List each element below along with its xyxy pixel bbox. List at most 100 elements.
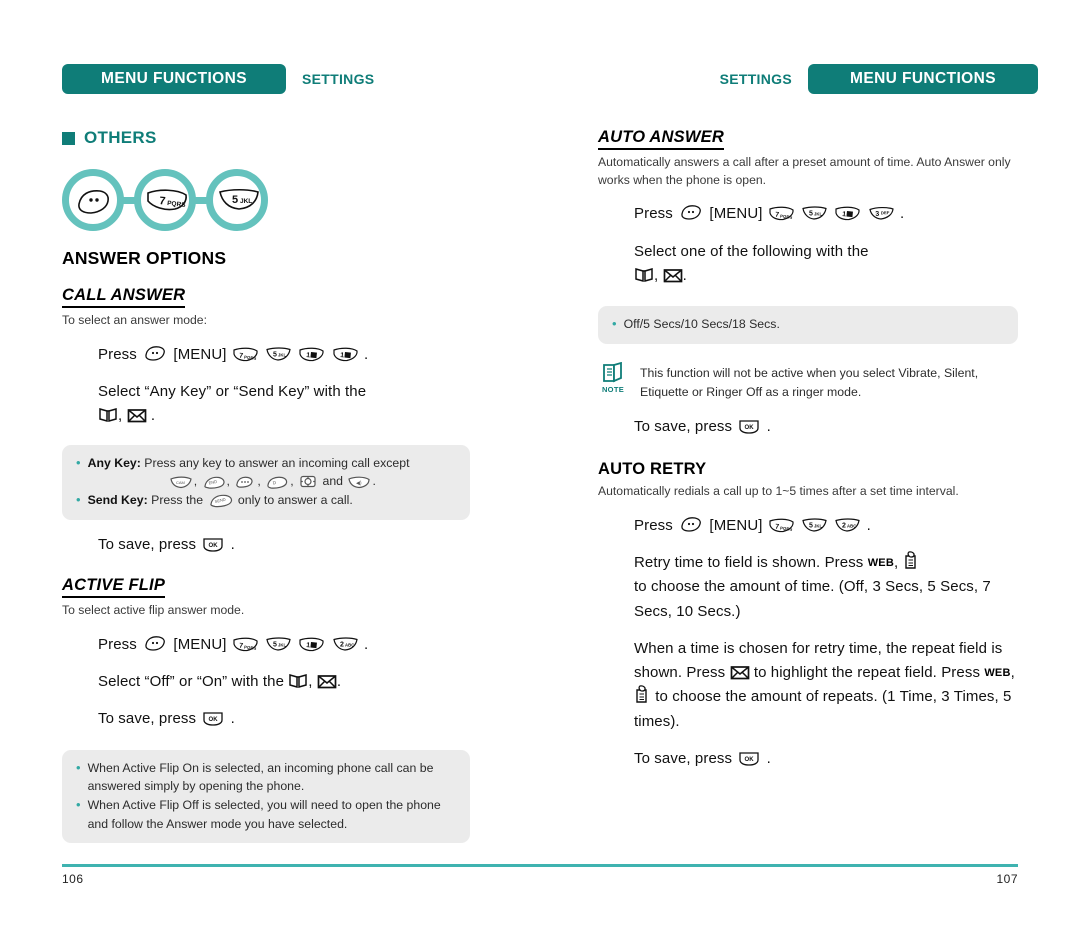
svg-text:CAM: CAM (176, 480, 185, 485)
section-marker-label: OTHERS (84, 128, 157, 147)
bullet-icon: • (76, 759, 81, 775)
tip-label: Any Key: (87, 455, 141, 470)
key-7-icon: 7 PQRS (232, 346, 259, 363)
svg-text:7: 7 (239, 352, 244, 359)
key-1-icon: 1 (298, 346, 325, 363)
svg-text:OK: OK (209, 717, 219, 723)
svg-text:JKL: JKL (814, 212, 823, 217)
display-key-icon: D (265, 475, 289, 489)
step-text: To save, press (98, 535, 197, 553)
key-1-icon: 1 (332, 346, 359, 363)
key-2-icon: 2 ABC (834, 517, 861, 534)
svg-text:JKL: JKL (240, 198, 252, 205)
tip-text: When Active Flip On is selected, an inco… (87, 760, 434, 794)
message-envelope-icon (317, 674, 337, 689)
header-band-label-right: MENU FUNCTIONS (850, 70, 996, 87)
ring-menu-key (62, 169, 124, 231)
key-2-icon: 2 ABC (332, 636, 359, 653)
section-title: ACTIVE FLIP (62, 576, 166, 598)
step-suffix: . (866, 516, 871, 534)
svg-text:5: 5 (273, 641, 277, 648)
key-1-icon: 1 (834, 205, 861, 222)
svg-text:OK: OK (745, 425, 755, 431)
step-text: To save, press (98, 710, 197, 728)
web-key-icon: WEB (867, 556, 894, 569)
menu-bracket-label: [MENU] (709, 516, 763, 534)
section-intro: To select active flip answer mode. (62, 603, 245, 617)
menu-key-icon (678, 515, 704, 534)
page-number-right: 107 (996, 872, 1018, 886)
svg-text:7: 7 (775, 523, 780, 530)
bullet-icon: • (76, 492, 81, 508)
svg-text:JKL: JKL (278, 352, 287, 357)
step-suffix: . (363, 635, 369, 653)
menu-bracket-label: [MENU] (173, 345, 227, 363)
svg-text:7: 7 (159, 195, 166, 208)
step-suffix: . (766, 750, 771, 768)
group-title: ANSWER OPTIONS (62, 248, 227, 268)
step-press-menu: Press [MENU] 7 PQRS 5 JKL 1 1 . (98, 343, 502, 367)
note-block: NOTE This function will not be active wh… (598, 361, 1018, 402)
tip-item: • When Active Flip On is selected, an in… (76, 759, 456, 796)
key-7-icon: 7 PQRS (145, 187, 187, 213)
tip-text: Press the (151, 493, 204, 508)
steps-list-save: To save, press OK . (98, 533, 502, 557)
svg-text:OK: OK (745, 757, 755, 763)
section-marker-others: OTHERS (62, 128, 157, 148)
svg-text:ABC: ABC (847, 523, 856, 528)
contacts-book-icon (288, 672, 308, 689)
ok-key-icon: OK (737, 750, 761, 767)
svg-text:2: 2 (340, 641, 344, 648)
step-press-menu: Press [MENU] 7 PQRS 5 JKL 1 2 ABC . (98, 633, 502, 657)
right-page-header: SETTINGS MENU FUNCTIONS (598, 62, 1038, 96)
step-repeat-field: When a time is chosen for retry time, th… (634, 639, 1015, 730)
svg-text:5: 5 (232, 194, 238, 206)
end-key-icon: END (202, 475, 226, 489)
menu-key-icon (234, 475, 256, 489)
message-envelope-icon (127, 408, 147, 423)
menu-list-icon (903, 551, 920, 570)
key-5-icon: 5 JKL (265, 346, 292, 363)
key-5-icon: 5 JKL (801, 205, 828, 222)
step-prefix: Press (98, 345, 137, 363)
step-text: Select one of the following with the (634, 242, 869, 260)
svg-text:ABC: ABC (345, 642, 354, 647)
key-3-icon: 3 DEF (868, 205, 895, 222)
svg-text:1: 1 (306, 352, 311, 359)
step-suffix: . (899, 205, 905, 223)
tip-item: • Off/5 Secs/10 Secs/18 Secs. (612, 315, 1004, 333)
menu-bracket-label: [MENU] (173, 635, 227, 653)
tip-exception-icons: CAM , END , , D , and ◀) . (88, 472, 456, 490)
right-page: SETTINGS MENU FUNCTIONS AUTO ANSWER Auto… (598, 0, 1038, 932)
svg-text:OK: OK (209, 543, 219, 549)
step-save: To save, press OK . (634, 747, 1038, 771)
note-label: NOTE (601, 384, 625, 394)
step-select-answer-mode: Select “Any Key” or “Send Key” with the … (98, 382, 367, 425)
tipbox-auto-answer: • Off/5 Secs/10 Secs/18 Secs. (598, 306, 1018, 344)
volume-key-icon: ◀) (347, 475, 371, 489)
section-title: CALL ANSWER (62, 286, 186, 308)
menu-bracket-label: [MENU] (709, 205, 763, 223)
key-5-icon: 5 JKL (801, 517, 828, 534)
header-chapter-label-right: SETTINGS (719, 71, 792, 87)
step-press-menu: Press [MENU] 7 PQRS 5 JKL 2 ABC . (634, 514, 1038, 538)
tip-conjunction: and (322, 474, 344, 489)
svg-text:5: 5 (809, 522, 813, 529)
page-number-left: 106 (62, 872, 84, 886)
square-bullet-icon (62, 131, 75, 145)
key-1-icon: 1 (298, 636, 325, 653)
step-suffix: . (230, 535, 235, 553)
send-key-icon: SEND (208, 493, 234, 508)
step-select-one: Select one of the following with the , . (634, 242, 869, 284)
step-select-off-on: Select “Off” or “On” with the , . (98, 672, 342, 690)
step-prefix: Press (634, 205, 673, 223)
step-text-a: Retry time to field is shown. Press (634, 553, 864, 571)
section-intro: To select an answer mode: (62, 313, 207, 327)
key-7-icon: 7 PQRS (768, 517, 795, 534)
keychain-graphic: 7 PQRS 5 JKL (62, 166, 312, 234)
svg-text:1: 1 (306, 642, 311, 649)
step-text-c: to choose the amount of repeats. (1 Time… (634, 688, 1012, 730)
step-prefix: Press (98, 635, 137, 653)
footer-rule (62, 864, 1018, 867)
left-page: MENU FUNCTIONS SETTINGS OTHERS 7 PQRS 5 … (62, 0, 502, 932)
